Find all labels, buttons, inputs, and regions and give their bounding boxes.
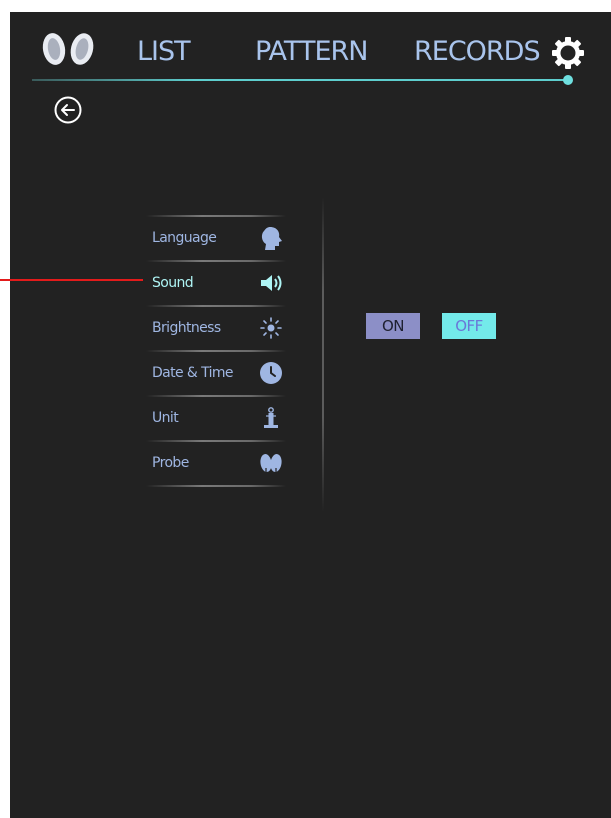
menu-item-label: Date & Time: [152, 365, 234, 381]
menu-item-label: Language: [152, 230, 217, 246]
menu-item-brightness[interactable]: Brightness: [146, 307, 286, 350]
probe-icon: [260, 454, 282, 472]
sound-on-button[interactable]: ON: [366, 313, 420, 339]
settings-menu: Language Sound Brightness Date & Time Un…: [146, 215, 286, 487]
nav-underline: [32, 79, 572, 81]
menu-item-label: Unit: [152, 410, 179, 426]
menu-item-label: Probe: [152, 455, 189, 471]
sound-off-button[interactable]: OFF: [442, 313, 496, 339]
unit-icon: [264, 407, 278, 428]
speaker-icon: [261, 275, 282, 291]
annotation-callout-line: [0, 279, 143, 281]
menu-item-sound[interactable]: Sound: [146, 262, 286, 305]
menu-item-probe[interactable]: Probe: [146, 442, 286, 485]
sun-icon: [260, 317, 282, 339]
device-screen: LIST PATTERN RECORDS Language Sound Brig…: [10, 12, 611, 818]
tab-records[interactable]: RECORDS: [414, 36, 541, 68]
menu-item-date-time[interactable]: Date & Time: [146, 352, 286, 395]
probe-pair-icon: [42, 33, 94, 65]
active-tab-indicator: [563, 75, 573, 85]
gear-icon[interactable]: [551, 36, 585, 70]
tab-pattern[interactable]: PATTERN: [255, 36, 368, 68]
menu-item-language[interactable]: Language: [146, 217, 286, 260]
menu-item-label: Sound: [152, 275, 194, 291]
back-arrow-icon[interactable]: [53, 95, 83, 125]
menu-item-unit[interactable]: Unit: [146, 397, 286, 440]
menu-divider: [146, 485, 286, 487]
tab-list[interactable]: LIST: [137, 36, 191, 68]
panel-divider: [322, 197, 324, 512]
menu-item-label: Brightness: [152, 320, 221, 336]
head-profile-icon: [261, 227, 282, 250]
top-navigation-bar: LIST PATTERN RECORDS: [10, 12, 611, 92]
clock-icon: [260, 362, 282, 384]
